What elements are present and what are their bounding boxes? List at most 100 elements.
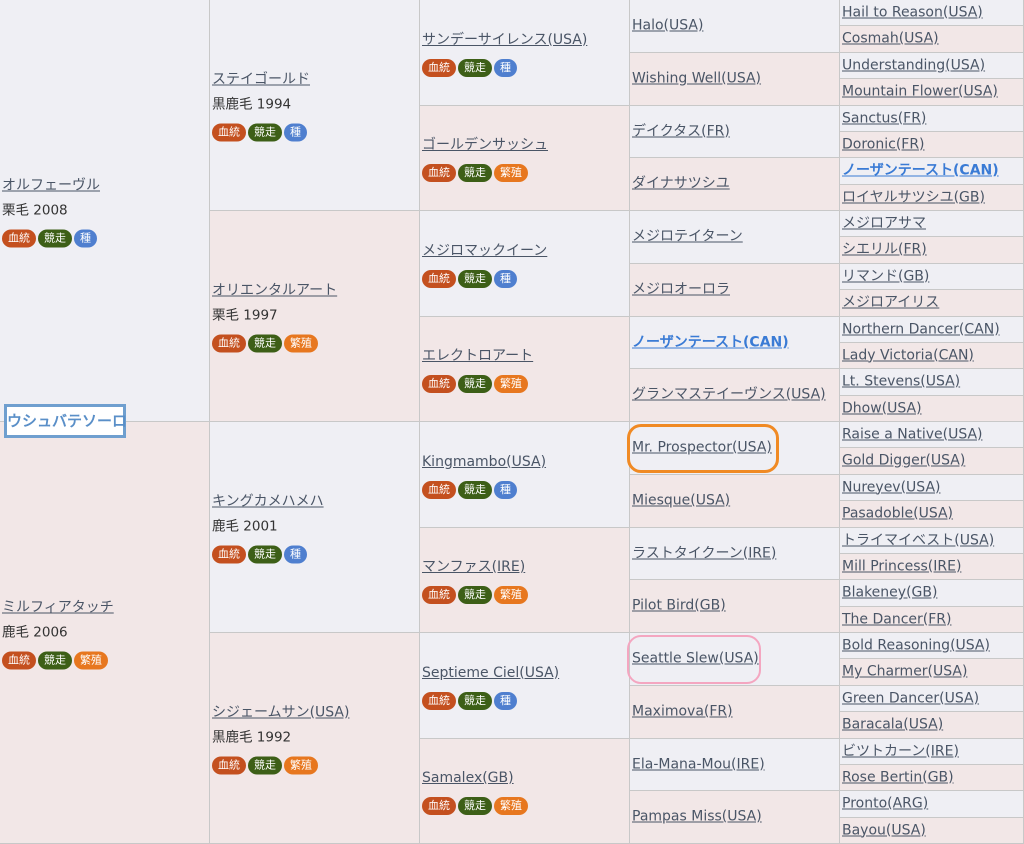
blood-badge[interactable]: 血統	[422, 691, 456, 710]
breed-badge[interactable]: 繁殖	[494, 797, 528, 815]
horse-name-link[interactable]: Understanding(USA)	[842, 57, 1021, 74]
race-badge[interactable]: 競走	[248, 123, 282, 142]
blood-badge[interactable]: 血統	[212, 334, 246, 353]
horse-name-link[interactable]: Mountain Flower(USA)	[842, 84, 1021, 101]
horse-name-link[interactable]: Mill Princess(IRE)	[842, 558, 1021, 575]
horse-name-link[interactable]: My Charmer(USA)	[842, 664, 1021, 681]
blood-badge[interactable]: 血統	[422, 480, 456, 499]
horse-name-link[interactable]: デイクタス(FR)	[632, 123, 837, 140]
horse-name-link[interactable]: Northern Dancer(CAN)	[842, 321, 1021, 338]
seed-badge[interactable]: 種	[494, 480, 517, 499]
horse-name-link[interactable]: メジロオーロラ	[632, 282, 837, 299]
horse-name-link[interactable]: Blakeney(GB)	[842, 585, 1021, 602]
horse-name-link[interactable]: Maximova(FR)	[632, 704, 837, 721]
horse-name-link[interactable]: Kingmambo(USA)	[422, 454, 627, 471]
horse-name-link[interactable]: Hail to Reason(USA)	[842, 4, 1021, 21]
race-badge[interactable]: 競走	[458, 691, 492, 710]
horse-name-link[interactable]: ノーザンテースト(CAN)	[842, 163, 1021, 180]
horse-name-link[interactable]: Lt. Stevens(USA)	[842, 374, 1021, 391]
breed-badge[interactable]: 繁殖	[284, 334, 318, 353]
horse-name-link[interactable]: Bold Reasoning(USA)	[842, 637, 1021, 654]
horse-name-link[interactable]: Gold Digger(USA)	[842, 453, 1021, 470]
blood-badge[interactable]: 血統	[212, 123, 246, 142]
horse-name-link[interactable]: メジロアサマ	[842, 215, 1021, 232]
horse-name-link[interactable]: ミルフィアタッチ	[2, 599, 207, 616]
horse-name-link[interactable]: Pasadoble(USA)	[842, 506, 1021, 523]
horse-name-link[interactable]: ノーザンテースト(CAN)	[632, 334, 837, 351]
breed-badge[interactable]: 繁殖	[74, 651, 108, 669]
horse-name-link[interactable]: Pronto(ARG)	[842, 796, 1021, 813]
horse-name-link[interactable]: ビツトカーン(IRE)	[842, 743, 1021, 760]
horse-name-link[interactable]: The Dancer(FR)	[842, 611, 1021, 628]
horse-name-link[interactable]: ゴールデンサッシュ	[422, 137, 627, 154]
seed-badge[interactable]: 種	[494, 58, 517, 77]
horse-name-link[interactable]: Lady Victoria(CAN)	[842, 347, 1021, 364]
breed-badge[interactable]: 繁殖	[284, 756, 318, 775]
race-badge[interactable]: 競走	[248, 756, 282, 775]
horse-name-link[interactable]: ダイナサツシユ	[632, 176, 837, 193]
horse-name-link[interactable]: Pilot Bird(GB)	[632, 598, 837, 615]
horse-name-link[interactable]: メジロアイリス	[842, 295, 1021, 312]
horse-name-link[interactable]: キングカメハメハ	[212, 494, 417, 511]
race-badge[interactable]: 競走	[458, 586, 492, 604]
blood-badge[interactable]: 血統	[422, 164, 456, 182]
blood-badge[interactable]: 血統	[212, 756, 246, 775]
blood-badge[interactable]: 血統	[422, 269, 456, 288]
race-badge[interactable]: 競走	[458, 269, 492, 288]
horse-name-link[interactable]: サンデーサイレンス(USA)	[422, 32, 627, 49]
seed-badge[interactable]: 種	[74, 229, 97, 247]
horse-name-link[interactable]: ラストタイクーン(IRE)	[632, 545, 837, 562]
blood-badge[interactable]: 血統	[422, 797, 456, 815]
blood-badge[interactable]: 血統	[422, 586, 456, 604]
horse-name-link[interactable]: Wishing Well(USA)	[632, 71, 837, 88]
horse-name-link[interactable]: Rose Bertin(GB)	[842, 769, 1021, 786]
horse-name-link[interactable]: Miesque(USA)	[632, 493, 837, 510]
seed-badge[interactable]: 種	[494, 691, 517, 710]
race-badge[interactable]: 競走	[458, 164, 492, 182]
breed-badge[interactable]: 繁殖	[494, 164, 528, 182]
horse-name-link[interactable]: Baracala(USA)	[842, 717, 1021, 734]
breed-badge[interactable]: 繁殖	[494, 586, 528, 604]
horse-name-link[interactable]: トライマイベスト(USA)	[842, 532, 1021, 549]
horse-name-link[interactable]: シエリル(FR)	[842, 242, 1021, 259]
seed-badge[interactable]: 種	[284, 123, 307, 142]
horse-name-link[interactable]: Ela-Mana-Mou(IRE)	[632, 756, 837, 773]
horse-name-link[interactable]: シジェームサン(USA)	[212, 705, 417, 722]
race-badge[interactable]: 競走	[458, 375, 492, 393]
blood-badge[interactable]: 血統	[2, 651, 36, 669]
horse-name-link[interactable]: Nureyev(USA)	[842, 479, 1021, 496]
seed-badge[interactable]: 種	[494, 269, 517, 288]
horse-name-link[interactable]: リマンド(GB)	[842, 268, 1021, 285]
horse-name-link[interactable]: Samalex(GB)	[422, 770, 627, 787]
breed-badge[interactable]: 繁殖	[494, 375, 528, 393]
race-badge[interactable]: 競走	[248, 545, 282, 564]
race-badge[interactable]: 競走	[458, 797, 492, 815]
blood-badge[interactable]: 血統	[422, 375, 456, 393]
horse-name-link[interactable]: Doronic(FR)	[842, 136, 1021, 153]
race-badge[interactable]: 競走	[458, 58, 492, 77]
seed-badge[interactable]: 種	[284, 545, 307, 564]
horse-name-link[interactable]: ステイゴールド	[212, 72, 417, 89]
race-badge[interactable]: 競走	[248, 334, 282, 353]
horse-name-link[interactable]: Sanctus(FR)	[842, 110, 1021, 127]
horse-name-link[interactable]: ロイヤルサツシユ(GB)	[842, 189, 1021, 206]
horse-name-link[interactable]: オリエンタルアート	[212, 283, 417, 300]
horse-name-link[interactable]: Pampas Miss(USA)	[632, 809, 837, 826]
horse-name-link[interactable]: メジロマックイーン	[422, 243, 627, 260]
blood-badge[interactable]: 血統	[212, 545, 246, 564]
horse-name-link[interactable]: Raise a Native(USA)	[842, 426, 1021, 443]
horse-name-link[interactable]: Halo(USA)	[632, 18, 837, 35]
horse-name-link[interactable]: Septieme Ciel(USA)	[422, 665, 627, 682]
blood-badge[interactable]: 血統	[422, 58, 456, 77]
horse-name-link[interactable]: メジロテイターン	[632, 229, 837, 246]
horse-name-link[interactable]: Cosmah(USA)	[842, 31, 1021, 48]
horse-name-link[interactable]: Green Dancer(USA)	[842, 690, 1021, 707]
blood-badge[interactable]: 血統	[2, 229, 36, 247]
horse-name-link[interactable]: グランマステイーヴンス(USA)	[632, 387, 837, 404]
horse-name-link[interactable]: マンファス(IRE)	[422, 559, 627, 576]
race-badge[interactable]: 競走	[38, 229, 72, 247]
horse-name-link[interactable]: オルフェーヴル	[2, 177, 207, 194]
horse-name-link[interactable]: エレクトロアート	[422, 348, 627, 365]
race-badge[interactable]: 競走	[38, 651, 72, 669]
horse-name-link[interactable]: Dhow(USA)	[842, 400, 1021, 417]
